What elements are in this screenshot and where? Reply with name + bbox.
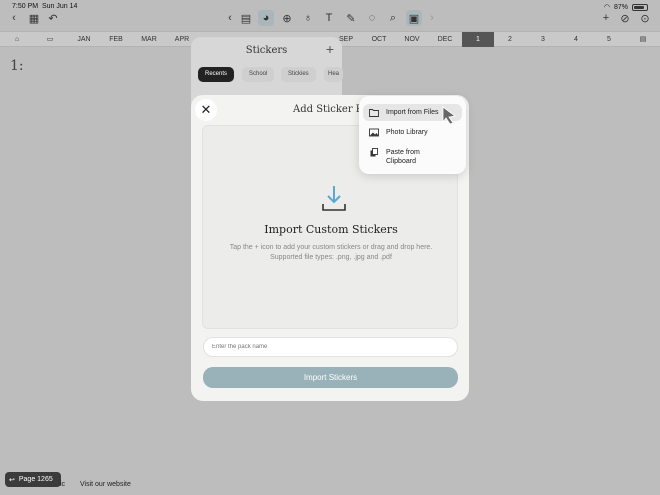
add-sticker-icon[interactable]: + <box>326 41 334 57</box>
menu-item-photo-library[interactable]: Photo Library <box>363 124 462 141</box>
photo-icon <box>369 128 379 137</box>
menu-item-label: Import from Files <box>386 109 439 116</box>
tab-month[interactable]: DEC <box>430 32 460 47</box>
tab-day-selected[interactable]: 1 <box>462 32 494 47</box>
back-icon[interactable]: ‹ <box>6 10 22 26</box>
note-icon[interactable]: ▤ <box>238 10 254 26</box>
add-icon[interactable]: + <box>598 10 614 26</box>
pack-name-input[interactable] <box>203 337 458 357</box>
chevron-left-icon[interactable]: ‹ <box>222 10 238 26</box>
tab-month[interactable]: MAR <box>134 32 164 47</box>
page-indicator[interactable]: ↩ Page 1265 <box>5 472 61 487</box>
menu-item-label: Photo Library <box>386 129 428 136</box>
chevron-right-icon[interactable]: › <box>424 10 440 26</box>
list-icon[interactable]: ▤ <box>628 32 658 47</box>
microphone-icon[interactable]: ♁ <box>300 10 316 26</box>
pen-icon[interactable]: ✎ <box>343 10 359 26</box>
no-sign-icon[interactable]: ⊘ <box>617 10 633 26</box>
search-icon[interactable]: ⌕ <box>385 10 401 26</box>
page-icon[interactable]: ▣ <box>406 10 422 26</box>
text-icon[interactable]: T <box>321 10 337 26</box>
tab-school[interactable]: School <box>242 67 275 82</box>
menu-item-label: Paste from Clipboard <box>386 149 420 165</box>
home-icon[interactable]: ⌂ <box>3 32 31 47</box>
folder-icon <box>369 109 379 117</box>
tab-recents[interactable]: Recents <box>198 67 235 82</box>
tab-stickies[interactable]: Stickies <box>281 67 316 82</box>
clipboard-icon <box>370 148 378 157</box>
stickers-title: Stickers <box>245 45 288 56</box>
tab-day[interactable]: 4 <box>561 32 591 47</box>
tab-hea[interactable]: Hea <box>324 67 344 82</box>
toolbar: ‹ ▦ ↶ ‹ ▤ ◕ ⊕ ♁ T ✎ ◌ ⌕ ▣ › + ⊘ ⊙ <box>0 10 660 28</box>
pointer-cursor-icon <box>442 106 456 124</box>
close-button[interactable]: ✕ <box>195 99 217 121</box>
undo-icon[interactable]: ↶ <box>45 10 61 26</box>
page-number: 1: <box>10 58 24 74</box>
tab-month[interactable]: OCT <box>364 32 394 47</box>
more-icon[interactable]: ⊙ <box>637 10 653 26</box>
grid-icon[interactable]: ▦ <box>26 10 42 26</box>
download-icon <box>322 186 346 211</box>
status-time: 7:50 PM Sun Jun 14 <box>12 3 78 10</box>
tab-month[interactable]: FEB <box>101 32 131 47</box>
search-plus-icon[interactable]: ⊕ <box>279 10 295 26</box>
drop-description: Tap the + icon to add your custom sticke… <box>229 244 433 261</box>
page-label: Page 1265 <box>18 476 53 483</box>
tab-month[interactable]: NOV <box>397 32 427 47</box>
drop-title: Import Custom Stickers <box>264 223 398 236</box>
calendar-icon[interactable]: ▭ <box>35 32 65 47</box>
tab-day[interactable]: 3 <box>528 32 558 47</box>
close-icon: ✕ <box>200 102 212 117</box>
lasso-icon[interactable]: ◌ <box>364 10 380 26</box>
tab-day[interactable]: 2 <box>495 32 525 47</box>
footer-text: ic <box>60 481 66 488</box>
page-nav-icon: ↩ <box>9 476 15 484</box>
tab-day[interactable]: 5 <box>594 32 624 47</box>
menu-item-paste-clipboard[interactable]: Paste from Clipboard <box>363 144 462 170</box>
import-stickers-button[interactable]: Import Stickers <box>203 367 458 388</box>
tab-month[interactable]: JAN <box>69 32 99 47</box>
sticker-icon[interactable]: ◕ <box>258 10 274 26</box>
website-link[interactable]: Visit our website <box>80 481 131 488</box>
